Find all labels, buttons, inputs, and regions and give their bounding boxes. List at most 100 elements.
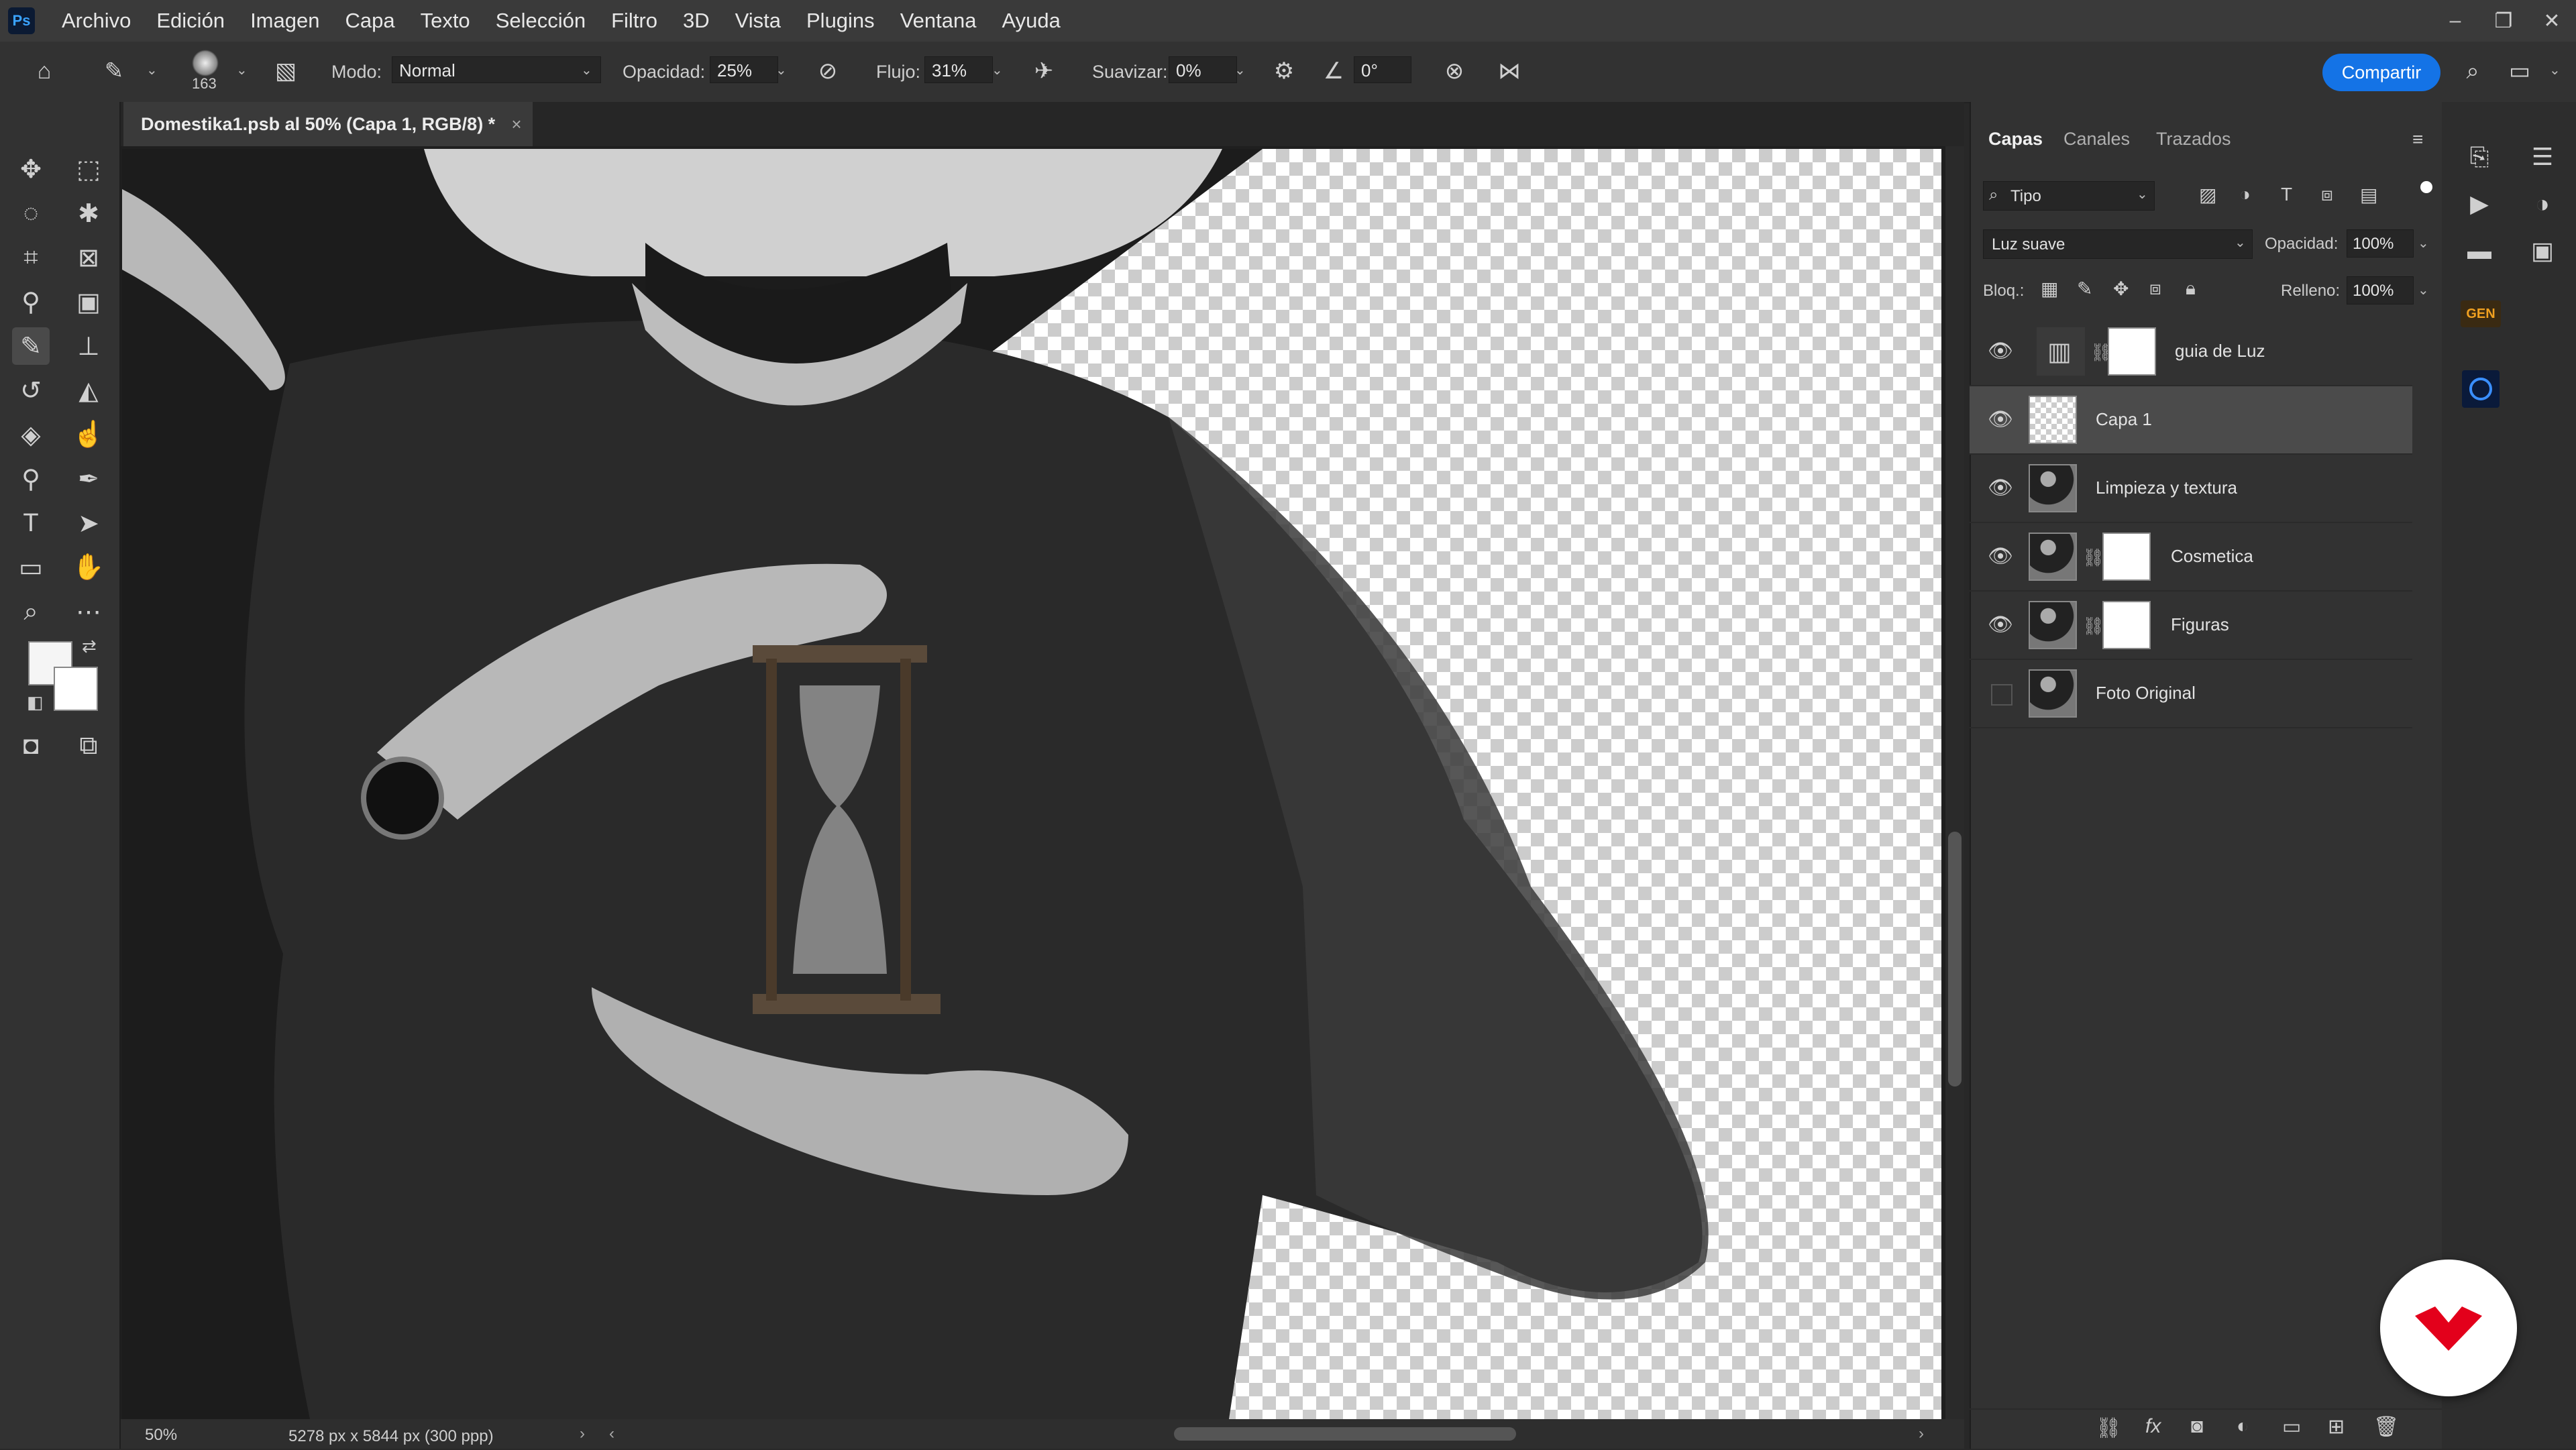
paint-bucket-icon[interactable]: ◈ — [12, 416, 50, 453]
screen-mode-icon[interactable]: ⧉ — [70, 727, 107, 765]
filter-type-icon[interactable]: T — [2281, 184, 2292, 205]
layer-opacity-input[interactable]: 100% — [2347, 229, 2414, 258]
link-icon[interactable]: ⛓︎ — [2096, 1416, 2121, 1440]
mask-thumbnail[interactable] — [2102, 601, 2151, 649]
zoom-tool-icon[interactable]: ⌕ — [12, 593, 50, 630]
visibility-toggle-off[interactable] — [1991, 684, 2012, 706]
comment-icon[interactable]: ▬ — [2461, 232, 2498, 270]
chevron-right-icon[interactable]: › — [1919, 1425, 1924, 1443]
menu-texto[interactable]: Texto — [421, 9, 470, 33]
default-colors-icon[interactable]: ◧ — [27, 692, 44, 713]
chevron-down-icon[interactable]: ⌄ — [2418, 235, 2429, 252]
background-color-swatch[interactable] — [54, 667, 98, 711]
chevron-down-icon[interactable]: ⌄ — [2418, 282, 2429, 298]
history-icon[interactable]: ⎘ — [2461, 138, 2498, 176]
restore-button[interactable]: ❐ — [2479, 9, 2528, 33]
flow-input[interactable]: 31% — [924, 56, 993, 83]
marquee-tool-icon[interactable]: ⬚ — [70, 150, 107, 188]
plugin-gen-icon[interactable]: GEN — [2461, 300, 2501, 327]
link-icon[interactable]: ⛓︎ — [2082, 616, 2104, 636]
hand-tool-icon[interactable]: ✋ — [70, 549, 107, 586]
path-select-icon[interactable]: ➤ — [70, 504, 107, 542]
brush-settings-icon[interactable]: ▧ — [271, 56, 301, 86]
lasso-tool-icon[interactable]: ◌ — [12, 194, 50, 232]
layer-row-foto-original[interactable]: Foto Original — [1970, 660, 2412, 728]
workspace-icon[interactable]: ▭ — [2505, 56, 2534, 86]
layer-row-guia-de-luz[interactable]: 👁︎ ▥ ⛓︎ guia de Luz — [1970, 318, 2412, 386]
chevron-down-icon[interactable]: ⌄ — [146, 62, 158, 78]
opacity-input[interactable]: 25% — [710, 56, 778, 83]
healing-brush-icon[interactable]: ▣ — [70, 283, 107, 321]
mask-icon[interactable]: ◙ — [2191, 1415, 2203, 1438]
eraser-icon[interactable]: ◭ — [70, 372, 107, 409]
tab-canales[interactable]: Canales — [2063, 129, 2130, 150]
brush-preview[interactable] — [192, 50, 219, 76]
document-canvas[interactable] — [122, 149, 1941, 1419]
filter-pixel-icon[interactable]: ▨ — [2199, 184, 2216, 206]
mask-thumbnail[interactable] — [2102, 533, 2151, 581]
rectangle-tool-icon[interactable]: ▭ — [12, 549, 50, 586]
menu-3d[interactable]: 3D — [683, 9, 710, 33]
menu-edicion[interactable]: Edición — [156, 9, 225, 33]
swap-colors-icon[interactable]: ⇄ — [82, 636, 97, 657]
menu-seleccion[interactable]: Selección — [496, 9, 586, 33]
type-tool-icon[interactable]: T — [12, 504, 50, 542]
layer-row-figuras[interactable]: 👁︎ ⛓︎ Figuras — [1970, 592, 2412, 660]
tab-capas[interactable]: Capas — [1988, 129, 2043, 150]
share-button[interactable]: Compartir — [2322, 54, 2440, 91]
pressure-opacity-icon[interactable]: ⊘ — [813, 56, 843, 86]
chevron-down-icon[interactable]: ⌄ — [991, 62, 1003, 78]
play-icon[interactable]: ▶ — [2461, 185, 2498, 223]
chevron-down-icon[interactable]: ⌄ — [1234, 62, 1246, 78]
horizontal-scroll-thumb[interactable] — [1174, 1427, 1516, 1441]
stamp-tool-icon[interactable]: ⊥ — [70, 327, 107, 365]
menu-imagen[interactable]: Imagen — [250, 9, 319, 33]
brush-icon[interactable]: ✎ — [99, 56, 129, 86]
blend-mode-select[interactable]: Luz suave ⌄ — [1983, 229, 2253, 259]
menu-capa[interactable]: Capa — [345, 9, 394, 33]
quick-mask-icon[interactable]: ◘ — [12, 727, 50, 765]
menu-ayuda[interactable]: Ayuda — [1002, 9, 1060, 33]
minimize-button[interactable]: – — [2431, 9, 2479, 32]
layer-filter-select[interactable]: ⌕ Tipo ⌄ — [1983, 181, 2155, 211]
lock-transparent-icon[interactable]: ▦ — [2041, 278, 2058, 300]
menu-plugins[interactable]: Plugins — [806, 9, 875, 33]
layer-row-cosmetica[interactable]: 👁︎ ⛓︎ Cosmetica — [1970, 523, 2412, 592]
layer-row-capa-1[interactable]: 👁︎ Capa 1 — [1970, 386, 2412, 455]
symmetry-icon[interactable]: ⋈ — [1495, 56, 1524, 86]
folder-icon[interactable]: ▭ — [2282, 1415, 2301, 1439]
airbrush-icon[interactable]: ✈ — [1029, 56, 1059, 86]
chevron-down-icon[interactable]: ⌄ — [236, 62, 248, 78]
magic-wand-icon[interactable]: ✱ — [70, 194, 107, 232]
eye-icon[interactable]: 👁︎ — [1987, 612, 2014, 638]
link-icon[interactable]: ⛓︎ — [2082, 547, 2104, 568]
brush-tool-icon[interactable]: ✎ — [12, 327, 50, 365]
panel-menu-icon[interactable]: ≡ — [2412, 129, 2423, 150]
eye-icon[interactable]: 👁︎ — [1987, 543, 2014, 570]
chevron-left-icon[interactable]: ‹ — [609, 1425, 614, 1443]
lock-all-icon[interactable]: 🔒︎ — [2186, 278, 2196, 300]
eye-icon[interactable]: 👁︎ — [1987, 338, 2014, 365]
pressure-size-icon[interactable]: ⊗ — [1440, 56, 1469, 86]
vertical-scrollbar[interactable] — [1945, 146, 1964, 1419]
lock-pixels-icon[interactable]: ✎ — [2077, 278, 2092, 300]
eye-icon[interactable]: 👁︎ — [1987, 475, 2014, 502]
adjustment-icon[interactable]: ◐ — [2237, 1415, 2249, 1438]
filter-adjustment-icon[interactable]: ◑ — [2239, 184, 2251, 205]
filter-toggle[interactable] — [2420, 181, 2432, 193]
tab-trazados[interactable]: Trazados — [2156, 129, 2231, 150]
trash-icon[interactable]: 🗑︎ — [2373, 1415, 2399, 1439]
mode-select[interactable]: Normal — [392, 56, 601, 83]
dodge-icon[interactable]: ⚲ — [12, 460, 50, 498]
smoothing-input[interactable]: 0% — [1169, 56, 1237, 83]
chevron-down-icon[interactable]: ⌄ — [775, 62, 787, 78]
fx-icon[interactable]: fx — [2145, 1415, 2161, 1438]
plugin-circle-icon[interactable] — [2462, 370, 2500, 408]
history-brush-icon[interactable]: ↺ — [12, 372, 50, 409]
filter-shape-icon[interactable]: ⧈ — [2321, 184, 2333, 206]
eyedropper-icon[interactable]: ⚲ — [12, 283, 50, 321]
frame-tool-icon[interactable]: ⊠ — [70, 239, 107, 276]
adjustments-icon[interactable]: ◑ — [2524, 185, 2561, 223]
chevron-down-icon[interactable]: ⌄ — [2549, 62, 2561, 78]
zoom-level[interactable]: 50% — [145, 1426, 177, 1445]
